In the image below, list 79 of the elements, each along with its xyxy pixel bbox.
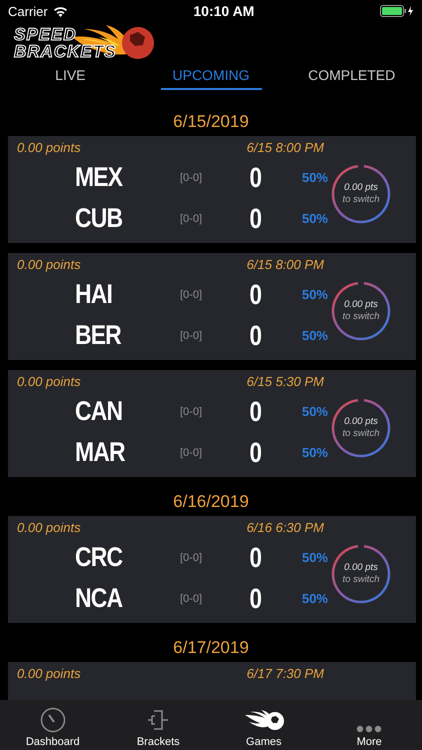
date-header: 6/17/2019 [172, 637, 250, 659]
points-label: 0.00 points [17, 139, 81, 157]
team-score: 0 [250, 396, 262, 428]
logo-wordmark: BRACKETS [14, 44, 116, 60]
switch-points: 0.00 pts [344, 562, 378, 574]
team-record: [0-0] [180, 552, 202, 564]
team-code: CAN [75, 396, 122, 427]
switch-caption: to switch [342, 574, 380, 586]
switch-ring [330, 397, 392, 459]
game-card[interactable]: 0.00 points 6/15 8:00 PM MEX [0-0] 0 50% CUB [0-0] 0 50% 0.00 pts to switch [8, 136, 416, 243]
team-record: [0-0] [180, 212, 202, 224]
team-code: BER [75, 320, 121, 351]
tab[interactable]: COMPLETED [281, 65, 422, 93]
tab[interactable]: LIVE [0, 65, 141, 93]
tab[interactable]: UPCOMING [140, 65, 282, 93]
game-time: 6/16 6:30 PM [246, 519, 324, 537]
team-score: 0 [250, 278, 262, 310]
pick-percent: 50% [302, 404, 328, 419]
flaming-ball-icon [242, 709, 285, 733]
switch-ring [330, 280, 392, 342]
team-code: HAI [75, 279, 112, 310]
switch-caption: to switch [342, 311, 380, 323]
game-card[interactable]: 0.00 points 6/16 6:30 PM CRC [0-0] 0 50% NCA [0-0] 0 50% 0.00 pts to switch [8, 516, 416, 623]
team-score: 0 [250, 542, 262, 574]
game-card[interactable]: 0.00 points 6/17 7:30 PM [8, 662, 416, 700]
switch-points: 0.00 pts [344, 416, 378, 428]
game-time: 6/15 8:00 PM [246, 139, 324, 157]
more-icon [356, 725, 382, 733]
pick-percent: 50% [302, 445, 328, 460]
switch-caption: to switch [342, 194, 380, 206]
date-header: 6/15/2019 [172, 111, 250, 133]
pick-percent: 50% [302, 550, 328, 565]
nav-item[interactable]: More [316, 700, 422, 750]
team-record: [0-0] [180, 288, 202, 300]
points-label: 0.00 points [17, 665, 81, 683]
team-score: 0 [250, 582, 262, 614]
team-record: [0-0] [180, 172, 202, 184]
game-time: 6/17 7:30 PM [246, 665, 324, 683]
team-score: 0 [250, 162, 262, 194]
team-record: [0-0] [180, 330, 202, 342]
wifi-icon [52, 6, 68, 16]
gauge-icon [40, 707, 66, 733]
switch-points: 0.00 pts [344, 299, 378, 311]
game-time: 6/15 5:30 PM [246, 373, 324, 391]
battery-icon [380, 5, 414, 17]
team-record: [0-0] [180, 446, 202, 458]
pick-percent: 50% [302, 328, 328, 343]
team-score: 0 [250, 320, 262, 352]
pick-percent: 50% [302, 287, 328, 302]
carrier-label: Carrier [8, 4, 48, 18]
date-header: 6/16/2019 [172, 491, 250, 513]
clock: 10:10 AM [193, 3, 254, 19]
switch-ring [330, 543, 392, 605]
nav-item[interactable]: Games [211, 700, 316, 750]
nav-item[interactable]: Dashboard [0, 700, 106, 750]
team-record: [0-0] [180, 406, 202, 418]
team-code: MEX [75, 162, 122, 193]
bracket-icon [146, 709, 170, 733]
switch-ring [330, 163, 392, 225]
team-score: 0 [250, 436, 262, 468]
team-score: 0 [250, 202, 262, 234]
team-code: NCA [75, 583, 122, 614]
team-code: CRC [75, 542, 122, 573]
logo-wordmark: SPEED [14, 27, 78, 44]
game-card[interactable]: 0.00 points 6/15 5:30 PM CAN [0-0] 0 50% MAR [0-0] 0 50% 0.00 pts to switch [8, 370, 416, 477]
points-label: 0.00 points [17, 519, 81, 537]
nav-item[interactable]: Brackets [106, 700, 211, 750]
switch-points: 0.00 pts [344, 182, 378, 194]
points-label: 0.00 points [17, 256, 81, 274]
team-code: CUB [75, 203, 122, 234]
pick-percent: 50% [302, 591, 328, 606]
pick-percent: 50% [302, 170, 328, 185]
switch-caption: to switch [342, 428, 380, 440]
team-record: [0-0] [180, 592, 202, 604]
points-label: 0.00 points [17, 373, 81, 391]
pick-percent: 50% [302, 211, 328, 226]
game-card[interactable]: 0.00 points 6/15 8:00 PM HAI [0-0] 0 50% BER [0-0] 0 50% 0.00 pts to switch [8, 253, 416, 360]
game-time: 6/15 8:00 PM [246, 256, 324, 274]
team-code: MAR [75, 437, 125, 468]
